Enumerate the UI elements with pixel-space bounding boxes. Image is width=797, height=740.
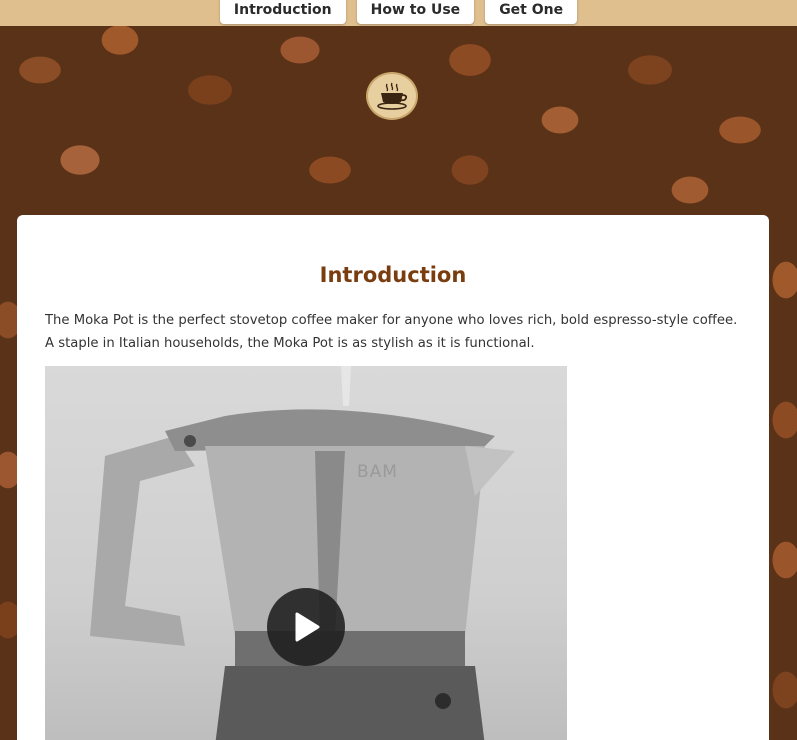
intro-paragraph: The Moka Pot is the perfect stovetop cof… [45,313,738,351]
play-button[interactable] [267,588,345,666]
nav-introduction-button[interactable]: Introduction [219,0,346,24]
section-title: Introduction [319,263,467,287]
video-player[interactable]: BAM [45,366,567,740]
moka-pot-thumbnail [90,366,515,740]
nav-how-to-use-button[interactable]: How to Use [356,0,475,24]
video-watermark: BAM [357,462,398,482]
content-card: Introduction The Moka Pot is the perfect… [17,215,769,740]
play-icon [295,612,320,642]
logo-badge [366,72,418,120]
nav-get-one-button[interactable]: Get One [485,0,578,24]
coffee-cup-icon [377,82,408,110]
top-nav: Introduction How to Use Get One [0,0,797,26]
